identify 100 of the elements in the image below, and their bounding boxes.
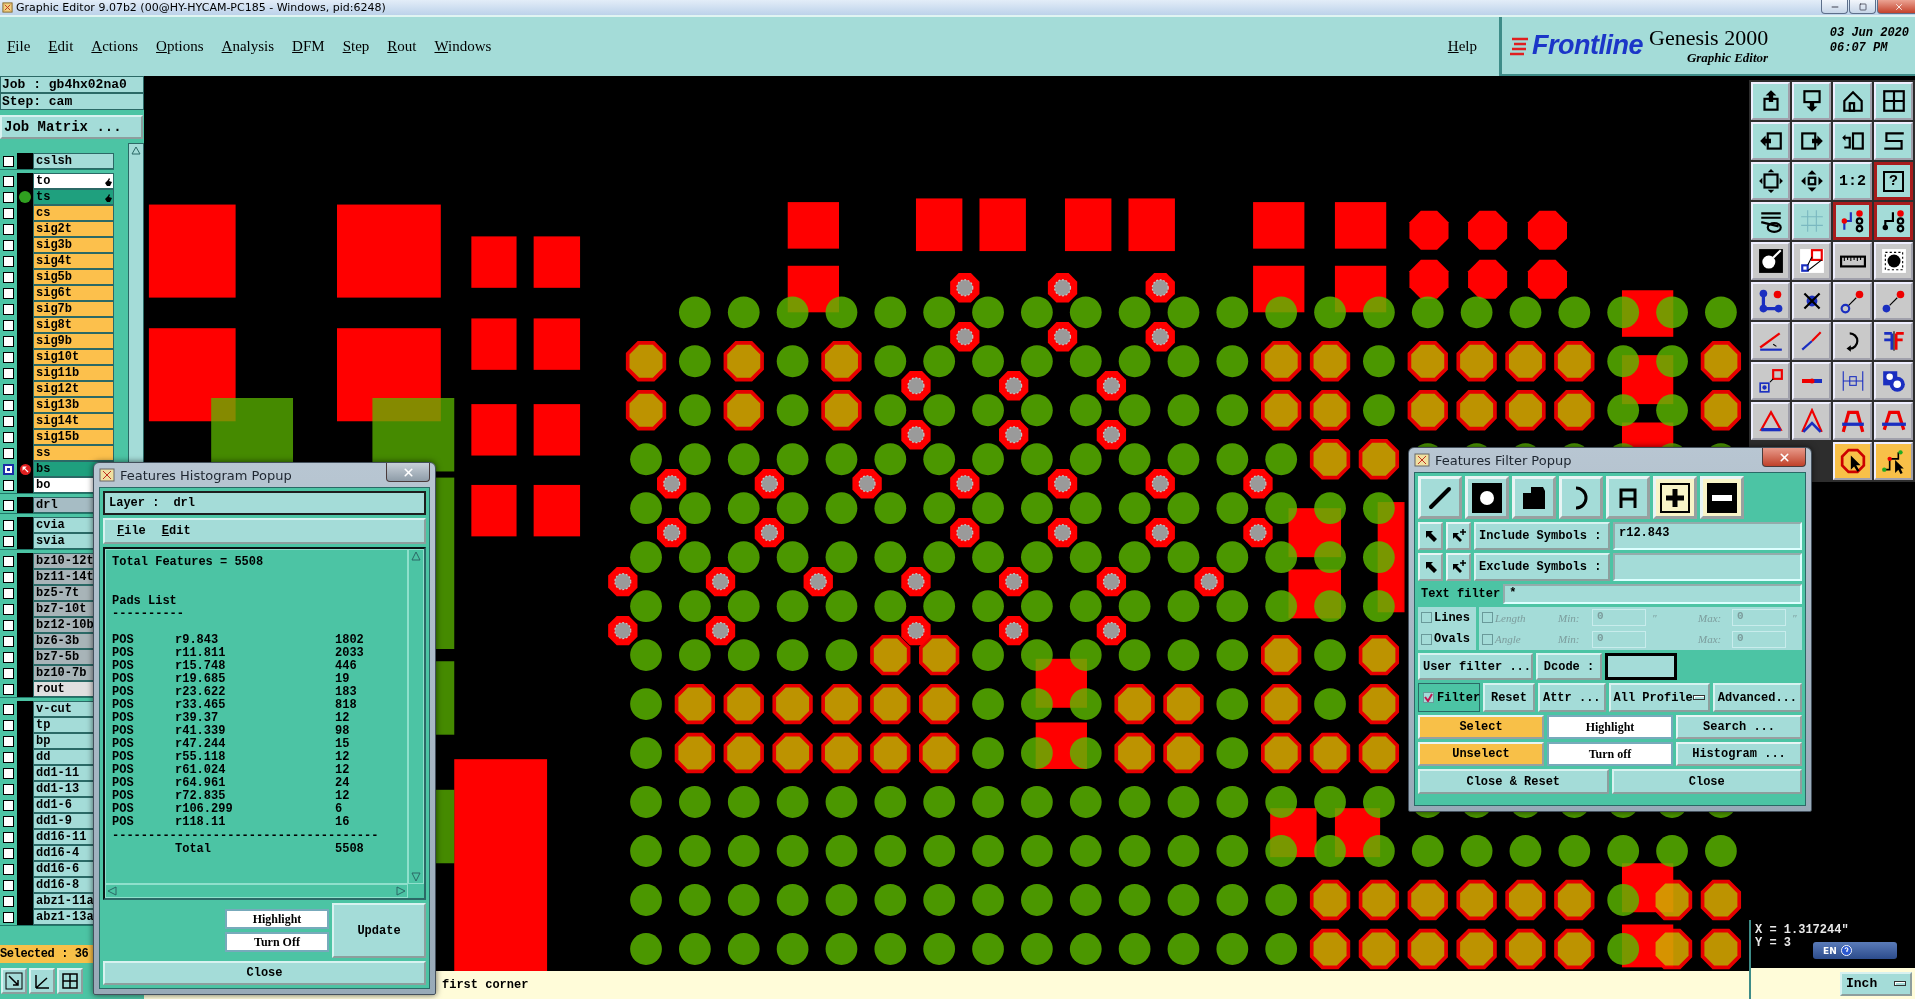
close-button[interactable]: Close & Reset: [1418, 769, 1609, 794]
popup-title: Features Histogram Popup: [120, 467, 292, 483]
menu-item[interactable]: Edit: [161, 524, 191, 538]
layer-name[interactable]: sig9b: [33, 333, 114, 349]
row-type: POS: [112, 764, 135, 777]
symbol-name: r19.685: [175, 673, 227, 686]
layer-name[interactable]: sig8t: [33, 317, 114, 333]
menu-item[interactable]: File: [7, 38, 31, 55]
layer-name[interactable]: sig13b: [33, 397, 114, 413]
symbol-name: r9.843: [175, 634, 220, 647]
option-button[interactable]: Attr ...: [1537, 683, 1606, 712]
feature-count: 19: [335, 673, 351, 686]
tool-button[interactable]: 1:2: [1833, 162, 1872, 200]
type-checkbox[interactable]: Lines: [1421, 610, 1476, 625]
layer-name[interactable]: sig5b: [33, 269, 114, 285]
total-rule: -------------------------------------: [112, 830, 380, 843]
layer-name[interactable]: sig11b: [33, 365, 114, 381]
dcode-button[interactable]: Dcode :: [1536, 653, 1602, 680]
layer-name[interactable]: ss: [33, 445, 114, 461]
symbol-name: r15.748: [175, 660, 227, 673]
status-prompt: first corner: [442, 978, 529, 992]
feature-count: 12: [335, 764, 351, 777]
total-label: Total: [175, 843, 212, 856]
symbol-name: r72.835: [175, 790, 227, 803]
layer-name[interactable]: sig12t: [33, 381, 114, 397]
symbols-field[interactable]: r12.843: [1613, 522, 1802, 550]
feature-count: 6: [335, 803, 344, 816]
total-count: 5508: [335, 843, 365, 856]
menu-item[interactable]: Analysis: [221, 38, 275, 55]
option-button[interactable]: Reset: [1483, 683, 1535, 712]
row-type: POS: [112, 634, 135, 647]
symbols-button[interactable]: Include Symbols :: [1474, 522, 1610, 550]
job-matrix-button[interactable]: Job Matrix ...: [0, 115, 143, 139]
layer-name[interactable]: sig2t: [33, 221, 114, 237]
feature-count: 446: [335, 660, 358, 673]
symbol-name: r55.118: [175, 751, 227, 764]
feature-count: 16: [335, 816, 351, 829]
symbol-name: r23.622: [175, 686, 227, 699]
action-button[interactable]: Turn off: [1547, 742, 1673, 766]
layer-name[interactable]: sig14t: [33, 413, 114, 429]
menu-item[interactable]: Windows: [434, 38, 492, 55]
y-coordinate: Y = 3: [1755, 937, 1792, 950]
layer-name[interactable]: sig3b: [33, 237, 114, 253]
row-type: POS: [112, 699, 135, 712]
tool-button[interactable]: ?: [1874, 162, 1913, 200]
menu-item[interactable]: DFM: [292, 38, 325, 55]
menu-item[interactable]: Options: [156, 38, 204, 55]
symbol-name: r41.339: [175, 725, 227, 738]
symbol-name: r33.465: [175, 699, 227, 712]
menu-item[interactable]: Edit: [48, 38, 74, 55]
row-type: POS: [112, 751, 135, 764]
highlight-button[interactable]: Highlight: [225, 909, 329, 929]
close-button[interactable]: Close: [103, 961, 426, 985]
symbol-name: r11.811: [175, 647, 227, 660]
popup-title: Features Filter Popup: [1435, 452, 1572, 468]
language-bar[interactable]: EN: [1813, 942, 1897, 959]
menu-item[interactable]: Step: [342, 38, 370, 55]
text-filter-field[interactable]: *: [1503, 584, 1802, 604]
layer-value: drl: [173, 496, 196, 510]
turn-off-button[interactable]: Turn Off: [225, 932, 329, 952]
help-menu[interactable]: Help: [1447, 38, 1477, 55]
layer-name[interactable]: sig10t: [33, 349, 114, 365]
feature-count: 12: [335, 751, 351, 764]
layer-name[interactable]: sig6t: [33, 285, 114, 301]
row-type: POS: [112, 777, 135, 790]
action-button[interactable]: Select: [1418, 715, 1544, 739]
row-type: POS: [112, 816, 135, 829]
symbol-name: r47.244: [175, 738, 227, 751]
type-checkbox[interactable]: Ovals: [1421, 632, 1476, 647]
layer-name[interactable]: sig15b: [33, 429, 114, 445]
option-button[interactable]: Advanced...: [1712, 683, 1802, 712]
close-button[interactable]: Close: [1611, 769, 1802, 794]
action-button[interactable]: Highlight: [1547, 715, 1673, 739]
layer-name[interactable]: cslsh: [33, 153, 114, 169]
action-button[interactable]: Histogram ...: [1676, 742, 1802, 766]
filter-checkbox[interactable]: Filter: [1418, 683, 1480, 712]
action-button[interactable]: Unselect: [1418, 742, 1544, 766]
layer-name[interactable]: sig7b: [33, 301, 114, 317]
feature-count: 98: [335, 725, 351, 738]
row-type: POS: [112, 790, 135, 803]
layer-name[interactable]: ts: [33, 189, 114, 205]
row-type: POS: [112, 660, 135, 673]
layer-name[interactable]: cs: [33, 205, 114, 221]
summary-text: Total Features = 5508: [112, 556, 265, 569]
menu-item[interactable]: File: [117, 524, 146, 538]
section-title: Pads List: [112, 595, 178, 608]
units-dropdown[interactable]: Inch: [1840, 971, 1912, 996]
row-type: POS: [112, 673, 135, 686]
symbol-name: r64.961: [175, 777, 227, 790]
menu-item[interactable]: Actions: [91, 38, 139, 55]
feature-count: 1802: [335, 634, 365, 647]
symbols-button[interactable]: Exclude Symbols :: [1474, 553, 1610, 581]
user-filter-button[interactable]: User filter ...: [1418, 653, 1533, 680]
symbol-name: r118.11: [175, 816, 227, 829]
layer-name[interactable]: sig4t: [33, 253, 114, 269]
layer-name[interactable]: to: [33, 173, 114, 189]
update-button[interactable]: Update: [332, 903, 426, 958]
profile-dropdown[interactable]: All Profile: [1608, 683, 1710, 712]
menu-item[interactable]: Rout: [387, 38, 417, 55]
action-button[interactable]: Search ...: [1676, 715, 1802, 739]
